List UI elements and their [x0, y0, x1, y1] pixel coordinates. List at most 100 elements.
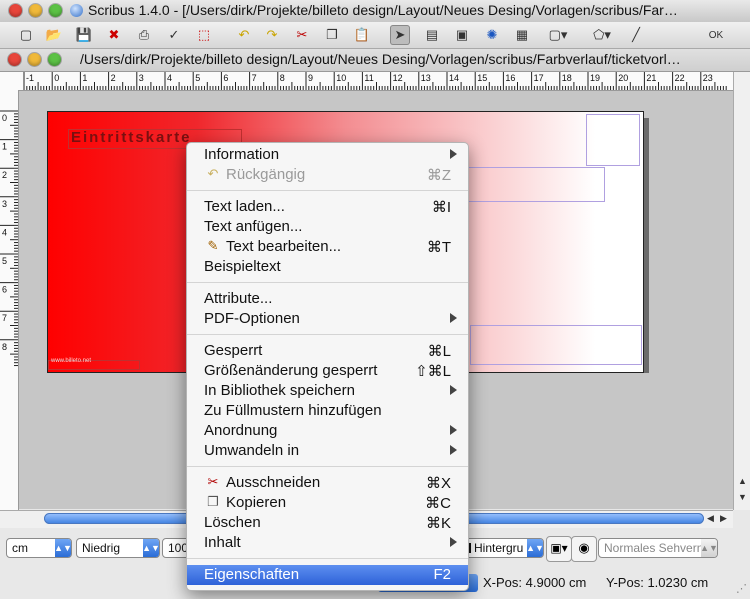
preview-mode-icon[interactable]: ▣▾ [546, 536, 572, 562]
table-tool-icon[interactable]: ▦ [512, 25, 532, 45]
unit-select[interactable]: cm ▲▼ [6, 538, 72, 558]
ruler-tick-label: 22 [675, 73, 685, 83]
menu-item-rückgängig[interactable]: ↶ Rückgängig ⌘Z [187, 165, 468, 185]
ruler-tick-label: 1 [82, 73, 87, 83]
image-frame[interactable] [586, 114, 640, 166]
menu-item-größenänderung-gesperrt[interactable]: Größenänderung gesperrt ⇧⌘L [187, 361, 468, 381]
submenu-arrow-icon [450, 537, 457, 547]
menu-item-text-laden[interactable]: Text laden... ⌘I [187, 197, 468, 217]
ruler-tick-label: 1 [2, 142, 7, 152]
redo-icon[interactable]: ↷ [262, 25, 282, 45]
menu-item-ausschneiden[interactable]: ✂ Ausschneiden ⌘X [187, 473, 468, 493]
minimize-window-button[interactable] [29, 4, 42, 17]
window-title: Scribus 1.4.0 - [/Users/dirk/Projekte/bi… [88, 2, 678, 18]
menu-item-pdf-optionen[interactable]: PDF-Optionen [187, 309, 468, 329]
menu-item-label: Beispieltext [204, 258, 281, 275]
close-document-icon[interactable]: ✖ [104, 25, 124, 45]
submenu-arrow-icon [450, 149, 457, 159]
ruler-tick-label: 8 [2, 342, 7, 352]
menu-item-shortcut: ⌘T [426, 239, 451, 256]
menu-item-anordnung[interactable]: Anordnung [187, 421, 468, 441]
menu-item-label: Anordnung [204, 422, 278, 439]
menu-item-umwandeln-in[interactable]: Umwandeln in [187, 441, 468, 461]
line-tool-icon[interactable]: ╱ [626, 25, 646, 45]
menu-item-label: Eigenschaften [204, 566, 300, 583]
scroll-up-arrow-icon[interactable]: ▲ [738, 476, 747, 486]
layer-select[interactable]: Hintergru ▲▼ [462, 538, 544, 558]
toolbar-ok-icon[interactable]: OK [706, 25, 726, 45]
layer-value: Hintergru [474, 541, 524, 555]
eye-icon[interactable]: ◉ [571, 536, 597, 562]
preview-quality-select[interactable]: Niedrig ▲▼ [76, 538, 160, 558]
pdf-export-icon[interactable]: ⬚ [194, 25, 214, 45]
menu-item-information[interactable]: Information [187, 145, 468, 165]
menu-item-inhalt[interactable]: Inhalt [187, 533, 468, 553]
cut-icon[interactable]: ✂ [292, 25, 312, 45]
image-frame-tool-icon[interactable]: ▣ [452, 25, 472, 45]
ruler-tick-label: 0 [2, 113, 7, 123]
scroll-left-arrow-icon[interactable]: ◀ [707, 513, 714, 524]
print-icon[interactable]: ⎙ [134, 25, 154, 45]
menu-item-attribute[interactable]: Attribute... [187, 289, 468, 309]
menu-item-label: Text anfügen... [204, 218, 303, 235]
menu-item-label: Ausschneiden [226, 474, 321, 491]
zoom-document-button[interactable] [48, 53, 61, 66]
copy-icon: ❐ [207, 494, 219, 509]
text-frame-tool-icon[interactable]: ▤ [422, 25, 442, 45]
view-select-arrow-icon: ▲▼ [700, 539, 718, 557]
footer-text-frame[interactable]: www.billeto.net [48, 358, 140, 370]
ruler-tick-label: 4 [2, 227, 7, 237]
paste-icon[interactable]: 📋 [352, 25, 372, 45]
menu-separator [187, 190, 468, 191]
save-icon[interactable]: 💾 [74, 25, 94, 45]
menu-item-text-bearbeiten[interactable]: ✎ Text bearbeiten... ⌘T [187, 237, 468, 257]
menu-item-text-anfügen[interactable]: Text anfügen... [187, 217, 468, 237]
menu-item-löschen[interactable]: Löschen ⌘K [187, 513, 468, 533]
ruler-tick-label: 23 [703, 73, 713, 83]
shape-tool-icon[interactable]: ▢▾ [548, 25, 568, 45]
preflight-icon[interactable]: ✓ [164, 25, 184, 45]
menu-item-in-bibliothek-speichern[interactable]: In Bibliothek speichern [187, 381, 468, 401]
scroll-right-arrow-icon[interactable]: ▶ [720, 513, 727, 524]
menu-item-eigenschaften[interactable]: Eigenschaften F2 [187, 565, 468, 585]
vertical-ruler-ticks: 0 1 2 3 4 5 6 7 8 [0, 110, 18, 367]
zoom-window-button[interactable] [49, 4, 62, 17]
ruler-tick-label: 6 [223, 73, 228, 83]
submenu-arrow-icon [450, 425, 457, 435]
undo-icon: ↶ [207, 166, 219, 181]
open-icon[interactable]: 📂 [44, 25, 64, 45]
menu-item-kopieren[interactable]: ❐ Kopieren ⌘C [187, 493, 468, 513]
render-frame-tool-icon[interactable]: ✺ [482, 25, 502, 45]
minimize-document-button[interactable] [28, 53, 41, 66]
resize-grip-icon[interactable]: ⋰ [736, 582, 747, 595]
menu-item-gesperrt[interactable]: Gesperrt ⌘L [187, 341, 468, 361]
vertical-scrollbar[interactable]: ▲ ▼ [733, 72, 750, 510]
vertical-ruler[interactable]: 0 1 2 3 4 5 6 7 8 [0, 90, 19, 510]
ruler-tick-label: 2 [2, 170, 7, 180]
quality-select-arrow-icon: ▲▼ [142, 539, 160, 557]
menu-item-shortcut: ⇧⌘L [415, 363, 451, 380]
ruler-tick-label: 20 [618, 73, 628, 83]
scroll-down-arrow-icon[interactable]: ▼ [738, 492, 747, 502]
menu-item-label: In Bibliothek speichern [204, 382, 355, 399]
polygon-tool-icon[interactable]: ⬠▾ [592, 25, 612, 45]
heading-text: Eintrittskarte [71, 129, 192, 146]
menu-separator [187, 334, 468, 335]
menu-item-beispieltext[interactable]: Beispieltext [187, 257, 468, 277]
menu-item-zu-füllmustern-hinzufügen[interactable]: Zu Füllmustern hinzufügen [187, 401, 468, 421]
visual-appearance-select[interactable]: Normales Sehvern ▲▼ [598, 538, 718, 558]
close-window-button[interactable] [9, 4, 22, 17]
copy-toolbar-icon[interactable]: ❐ [322, 25, 342, 45]
bottom-right-frame[interactable] [470, 325, 642, 365]
new-document-icon[interactable]: ▢ [16, 25, 36, 45]
menu-item-label: Gesperrt [204, 342, 263, 359]
menu-item-shortcut: F2 [433, 566, 451, 583]
undo-icon[interactable]: ↶ [234, 25, 254, 45]
horizontal-ruler[interactable]: -1 0 1 2 3 4 5 6 7 8 9 10 11 12 13 14 15 16 17 18 19 20 21 22 23 [18, 72, 733, 91]
submenu-arrow-icon [450, 313, 457, 323]
ruler-tick-label: 14 [449, 73, 459, 83]
close-document-button[interactable] [8, 53, 21, 66]
select-tool-icon[interactable]: ➤ [390, 25, 410, 45]
menu-item-shortcut: ⌘I [431, 199, 451, 216]
ruler-tick-label: 7 [252, 73, 257, 83]
